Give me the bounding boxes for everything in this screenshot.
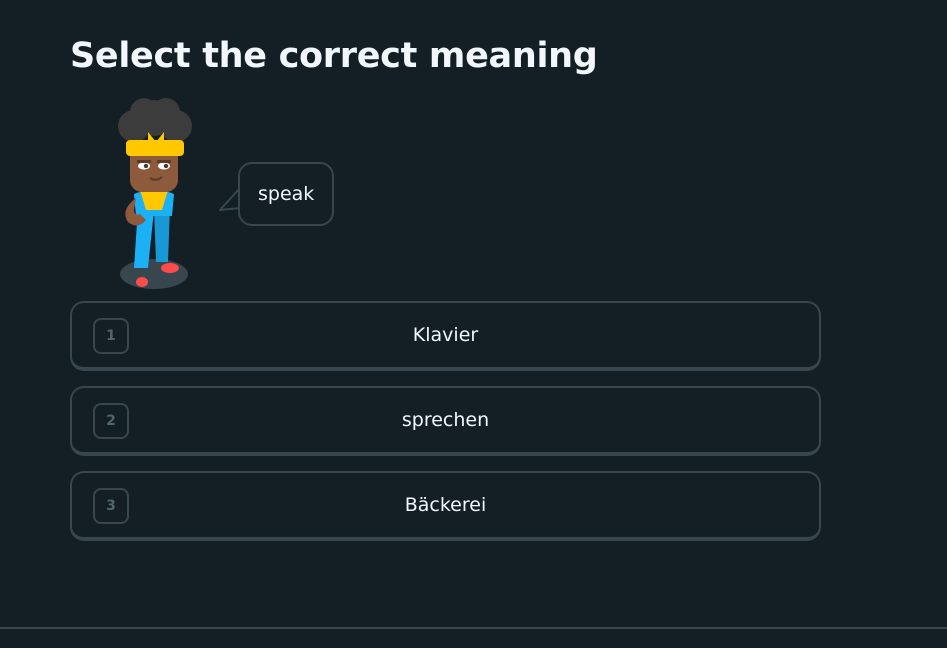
- answer-choices: 1 Klavier 2 sprechen 3 Bäckerei: [70, 301, 821, 556]
- lesson-screen: Select the correct meaning speak 1 Klavi…: [0, 0, 947, 648]
- prompt-word[interactable]: speak: [258, 183, 314, 205]
- choice-option-3[interactable]: 3 Bäckerei: [70, 471, 821, 541]
- choice-option-1[interactable]: 1 Klavier: [70, 301, 821, 371]
- choice-label: Klavier: [412, 324, 479, 346]
- choice-label: sprechen: [401, 409, 490, 431]
- choice-option-2[interactable]: 2 sprechen: [70, 386, 821, 456]
- choice-label: Bäckerei: [404, 494, 487, 516]
- page-title: Select the correct meaning: [70, 36, 598, 76]
- speech-bubble[interactable]: speak: [238, 162, 335, 226]
- footer-divider: [0, 627, 947, 629]
- character-illustration: [118, 98, 192, 289]
